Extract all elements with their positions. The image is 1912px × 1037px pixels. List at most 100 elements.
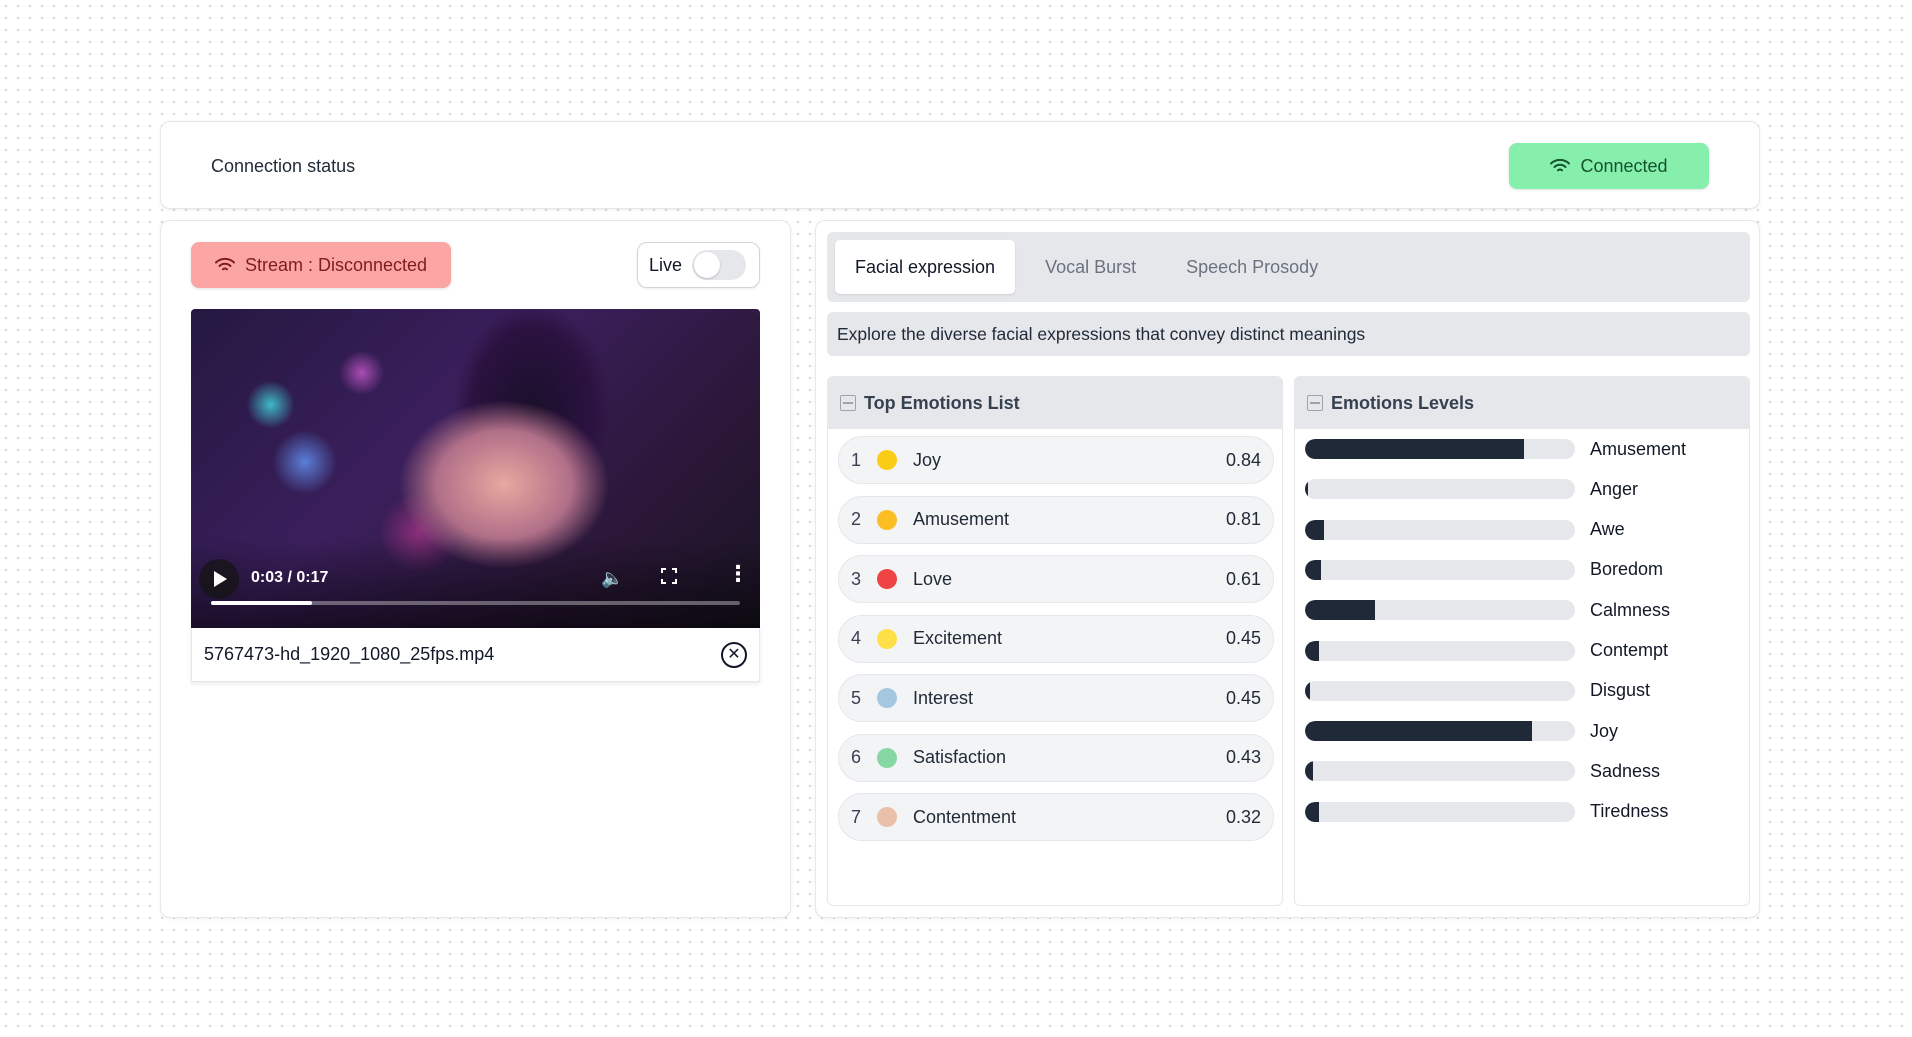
play-button[interactable]	[199, 559, 239, 599]
emotion-level-row: Sadness	[1305, 760, 1660, 782]
top-emotions-header: Top Emotions List	[828, 377, 1282, 429]
tab-bar: Facial expression Vocal Burst Speech Pro…	[827, 232, 1750, 302]
emotion-level-row: Boredom	[1305, 559, 1663, 581]
tab-speech-prosody[interactable]: Speech Prosody	[1166, 240, 1338, 294]
video-progress-fill	[211, 601, 312, 605]
emotion-level-label: Boredom	[1590, 559, 1664, 580]
emotion-level-label: Joy	[1590, 720, 1619, 741]
emotion-levels-panel: Emotions Levels Amusement Anger Awe Boredom…	[1294, 376, 1750, 906]
emotion-list-item: 2 Amusement 0.81	[838, 495, 1274, 544]
emotion-level-label: Contempt	[1590, 640, 1669, 660]
connection-status-label: Connection status	[211, 156, 356, 176]
emotion-color-dot	[877, 688, 897, 708]
emotion-rank: 7	[851, 806, 862, 827]
emotion-level-fill	[1305, 801, 1319, 822]
close-icon[interactable]: ✕	[721, 641, 747, 668]
emotion-level-label: Sadness	[1590, 760, 1661, 781]
top-emotions-panel: Top Emotions List 1 Joy 0.84 2 Amusement 0.81…	[827, 376, 1283, 906]
wifi-icon	[214, 257, 235, 271]
emotion-levels-title: Emotions Levels	[1331, 392, 1475, 413]
stream-status-text: Stream : Disconnected	[244, 254, 428, 275]
emotion-level-fill	[1305, 761, 1314, 782]
emotion-list-item: 7 Contentment 0.32	[838, 793, 1274, 841]
emotion-rank: 1	[851, 449, 862, 470]
emotion-color-dot	[877, 569, 897, 589]
collapse-icon[interactable]	[840, 395, 856, 411]
emotion-color-dot	[877, 450, 897, 470]
top-emotions-title: Top Emotions List	[864, 392, 1020, 413]
emotion-list-item: 3 Love 0.61	[838, 555, 1274, 603]
emotion-rank: 6	[851, 747, 862, 767]
emotion-list-item: 4 Excitement 0.45	[838, 614, 1274, 663]
video-time: 0:03 / 0:17	[251, 569, 329, 586]
emotion-level-bar	[1305, 479, 1575, 500]
emotion-level-fill	[1305, 640, 1319, 661]
emotion-level-row: Awe	[1305, 519, 1625, 541]
emotion-rank: 3	[851, 568, 862, 589]
volume-icon[interactable]: 🔈	[601, 568, 623, 589]
tab-description: Explore the diverse facial expressions t…	[827, 312, 1750, 356]
play-icon	[214, 571, 227, 587]
fullscreen-icon[interactable]	[661, 568, 677, 584]
emotion-level-label: Tiredness	[1590, 801, 1669, 822]
emotion-level-bar	[1305, 801, 1575, 822]
emotion-level-row: Contempt	[1305, 640, 1668, 662]
emotion-score: 0.45	[1225, 628, 1261, 648]
emotion-score: 0.84	[1225, 449, 1261, 470]
emotion-level-label: Amusement	[1590, 438, 1687, 459]
emotion-color-dot	[877, 628, 897, 649]
file-name: 5767473-hd_1920_1080_25fps.mp4	[204, 644, 495, 664]
emotion-rank: 4	[851, 628, 862, 648]
connection-status-badge[interactable]: Connected	[1509, 143, 1709, 189]
emotion-name: Love	[913, 568, 953, 589]
emotion-level-label: Calmness	[1590, 599, 1671, 620]
emotion-score: 0.61	[1225, 568, 1261, 589]
tab-facial-expression[interactable]: Facial expression	[835, 240, 1016, 294]
stream-status-badge[interactable]: Stream : Disconnected	[191, 242, 451, 288]
emotion-level-label: Disgust	[1590, 680, 1651, 701]
emotion-level-fill	[1305, 479, 1308, 500]
analysis-panel: Facial expression Vocal Burst Speech Pro…	[815, 220, 1760, 918]
emotion-name: Interest	[913, 687, 974, 708]
emotion-score: 0.32	[1225, 806, 1261, 827]
more-options-icon[interactable]: ⋮	[727, 563, 749, 585]
emotion-level-fill	[1305, 439, 1524, 459]
file-row: 5767473-hd_1920_1080_25fps.mp4 ✕	[191, 628, 760, 682]
emotion-level-bar	[1305, 721, 1575, 742]
emotion-level-label: Awe	[1590, 519, 1625, 540]
emotion-level-row: Amusement	[1305, 438, 1686, 460]
emotion-level-label: Anger	[1590, 478, 1639, 499]
emotion-level-fill	[1305, 519, 1324, 540]
emotion-level-row: Anger	[1305, 478, 1638, 500]
video-progress-bar[interactable]	[211, 601, 740, 605]
emotion-score: 0.81	[1225, 509, 1261, 529]
emotion-level-fill	[1305, 721, 1532, 742]
emotion-score: 0.45	[1225, 687, 1261, 708]
emotion-score: 0.43	[1225, 747, 1261, 767]
emotion-list-item: 5 Interest 0.45	[838, 674, 1274, 722]
video-player[interactable]: 0:03 / 0:17 🔈 ⋮	[191, 309, 760, 628]
emotion-level-row: Disgust	[1305, 680, 1650, 702]
emotion-level-fill	[1305, 680, 1311, 701]
emotion-level-row: Calmness	[1305, 599, 1670, 621]
switch-knob	[694, 252, 721, 278]
emotion-level-bar	[1305, 761, 1575, 782]
emotion-level-bar	[1305, 640, 1575, 661]
emotion-color-dot	[877, 747, 897, 768]
emotion-name: Satisfaction	[913, 747, 1007, 767]
tab-vocal-burst[interactable]: Vocal Burst	[1025, 240, 1156, 294]
emotion-levels-header: Emotions Levels	[1295, 377, 1749, 429]
emotion-level-row: Joy	[1305, 720, 1618, 742]
collapse-icon[interactable]	[1307, 395, 1323, 411]
emotion-name: Joy	[913, 449, 942, 470]
emotion-list-item: 1 Joy 0.84	[838, 436, 1274, 484]
live-label: Live	[649, 254, 683, 275]
connection-status-text: Connected	[1580, 155, 1668, 176]
emotion-level-fill	[1305, 600, 1376, 621]
live-toggle[interactable]: Live	[637, 242, 760, 288]
live-switch[interactable]	[692, 250, 747, 280]
emotion-rank: 2	[851, 509, 862, 529]
emotion-level-bar	[1305, 519, 1575, 540]
emotion-level-row: Tiredness	[1305, 801, 1668, 823]
stream-panel: Stream : Disconnected Live 0:03 / 0:17 🔈…	[160, 220, 791, 918]
